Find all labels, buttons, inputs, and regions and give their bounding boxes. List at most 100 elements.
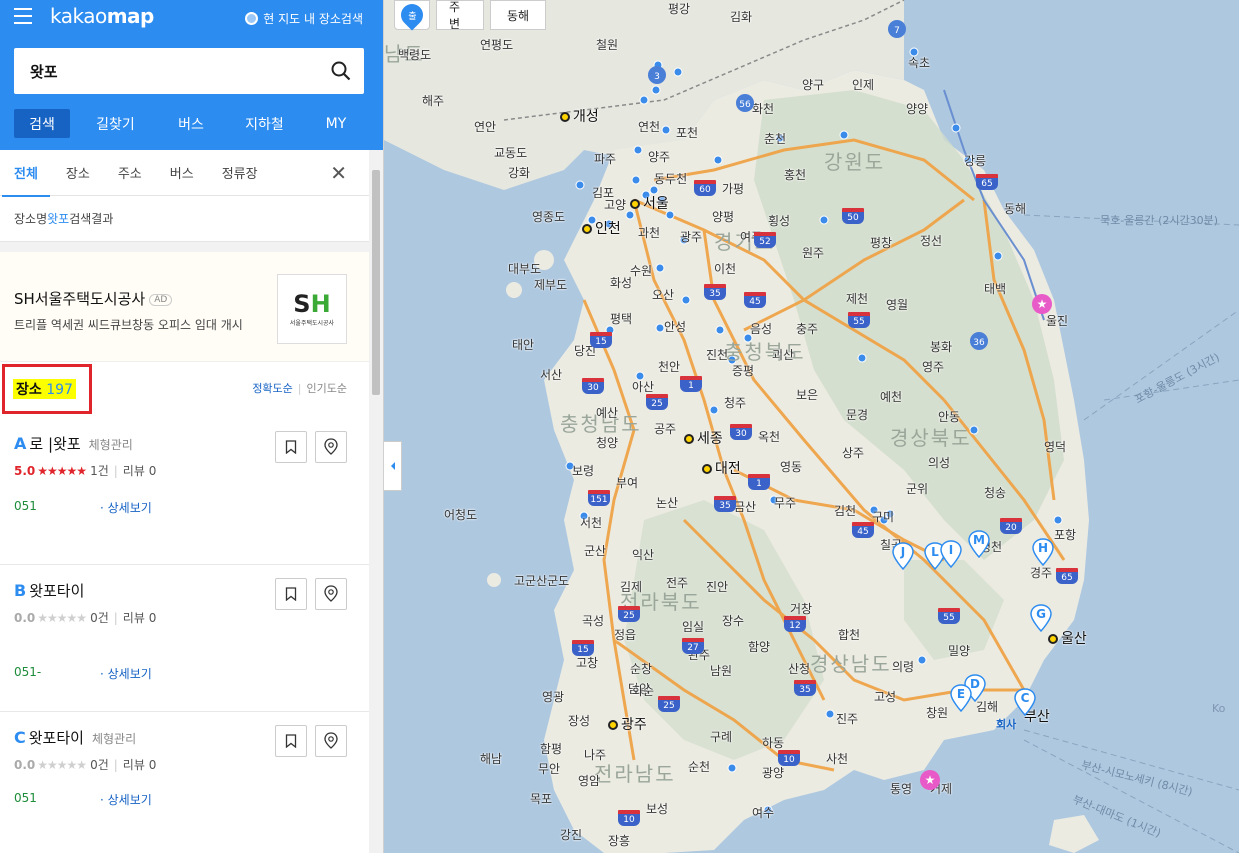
highway-shield: 60 (694, 180, 716, 196)
tab-places[interactable]: 장소 (66, 150, 90, 196)
rating-count[interactable]: 1건 (90, 462, 109, 479)
tab-directions[interactable]: 길찾기 (70, 109, 161, 138)
place-list-item[interactable]: C 왓포타이 체형관리 0.0 ★★★★★ 0건 | 리뷰 0 051 · 상세… (0, 712, 383, 853)
east-sea-button[interactable]: 동해 (490, 0, 546, 30)
ad-title[interactable]: SH서울주택도시공사 AD (14, 288, 173, 309)
review-count[interactable]: 리뷰 0 (123, 609, 157, 626)
result-pin-icon[interactable]: C (1014, 688, 1036, 716)
review-count[interactable]: 리뷰 0 (123, 756, 157, 773)
place-label: 교동도 (494, 146, 528, 160)
collapse-sidebar-button[interactable] (384, 441, 402, 491)
place-label: 양양 (906, 102, 929, 116)
place-label: 보성 (646, 802, 669, 816)
tab-stops[interactable]: 정류장 (222, 150, 258, 196)
place-label: 속초 (908, 56, 931, 70)
kakaomap-logo[interactable]: kakaomap (50, 4, 154, 28)
category-tabs: 전체 장소 주소 버스 정류장 ✕ (0, 150, 383, 197)
place-title[interactable]: C 왓포타이 체형관리 (14, 727, 136, 748)
bookmark-button[interactable] (275, 578, 307, 610)
place-label: 공주 (654, 422, 677, 436)
tab-all[interactable]: 전체 (2, 150, 50, 197)
place-label: 음성 (750, 322, 773, 336)
result-pin-icon[interactable]: M (968, 530, 990, 558)
sort-popular[interactable]: 인기도순 (307, 382, 347, 395)
route-button[interactable] (315, 725, 347, 757)
sidebar-header: kakaomap 현 지도 내 장소검색 검색 길찾기 버스 지하철 (0, 0, 383, 150)
star-marker-icon[interactable]: ★ (1032, 294, 1052, 314)
rating-score: 0.0 (14, 757, 36, 772)
sea-route-label: 묵호-울릉간 (2시간30분) (1100, 214, 1219, 227)
map-canvas[interactable] (384, 0, 1239, 853)
place-name[interactable]: 로 |왓포 (29, 433, 80, 454)
place-name[interactable]: 왓포타이 (29, 727, 84, 748)
result-pin-icon[interactable]: J (892, 542, 914, 570)
map-area-search-option[interactable]: 현 지도 내 장소검색 (245, 10, 363, 27)
city-label: 울산 (1048, 628, 1087, 648)
map-view[interactable]: 출 주변 동해 남도 강원도 경기도 충청북도 충청남도 경상북도 전라북도 경… (384, 0, 1239, 853)
bookmark-button[interactable] (275, 725, 307, 757)
busan-marker-label[interactable]: 회사 (996, 716, 1016, 732)
radio-icon[interactable] (245, 12, 259, 25)
place-actions (275, 431, 347, 463)
sort-options: 정확도순 | 인기도순 (252, 382, 347, 395)
route-button[interactable] (315, 431, 347, 463)
result-pin-icon[interactable]: H (1032, 538, 1054, 566)
place-label: 충주 (796, 322, 819, 336)
place-name[interactable]: 왓포타이 (29, 580, 84, 601)
place-title[interactable]: B 왓포타이 (14, 580, 92, 601)
highway-shield: 52 (754, 232, 776, 248)
detail-link[interactable]: · 상세보기 (100, 499, 152, 516)
nearby-button[interactable]: 주변 (436, 0, 484, 31)
rating-stars-icon: ★★★★★ (37, 463, 87, 478)
highway-shield: 35 (794, 680, 816, 696)
menu-icon[interactable] (14, 8, 32, 24)
highway-shield: 7 (888, 20, 906, 38)
ad-logo[interactable]: SH 서울주택도시공사 (277, 274, 347, 344)
place-label: 어청도 (444, 508, 478, 522)
tab-bus[interactable]: 버스 (161, 109, 221, 138)
result-pin-icon[interactable]: E (950, 684, 972, 712)
place-label: 김화 (730, 10, 753, 24)
place-label: 고창 (576, 656, 599, 670)
place-label: 청주 (724, 396, 747, 410)
place-label: 영동 (780, 460, 803, 474)
ad-card[interactable]: SH서울주택도시공사 AD 트리플 역세권 씨드큐브창동 오피스 임대 개시 SH… (0, 252, 383, 362)
place-label: 무주 (774, 496, 797, 510)
places-count-box: 장소 197 (2, 364, 92, 414)
sort-accuracy[interactable]: 정확도순 (252, 382, 292, 395)
tab-bus-results[interactable]: 버스 (170, 150, 194, 196)
search-input[interactable] (14, 62, 318, 80)
place-label: 강릉 (964, 154, 987, 168)
tab-my[interactable]: MY (308, 109, 364, 138)
search-button[interactable] (318, 48, 364, 94)
place-label: 상주 (842, 446, 865, 460)
close-icon[interactable]: ✕ (330, 163, 347, 183)
detail-link[interactable]: · 상세보기 (100, 791, 152, 808)
start-location-button[interactable]: 출 (394, 0, 430, 31)
review-count[interactable]: 리뷰 0 (123, 462, 157, 479)
place-list-item[interactable]: A 로 |왓포 체형관리 5.0 ★★★★★ 1건 | 리뷰 0 051 · 상… (0, 418, 383, 565)
place-title[interactable]: A 로 |왓포 체형관리 (14, 433, 133, 454)
route-button[interactable] (315, 578, 347, 610)
highway-shield: 65 (1056, 568, 1078, 584)
place-label: 평창 (870, 236, 893, 250)
tab-address[interactable]: 주소 (118, 150, 142, 196)
place-label: 제부도 (534, 278, 568, 292)
star-marker-icon[interactable]: ★ (920, 770, 940, 790)
place-list-item[interactable]: B 왓포타이 0.0 ★★★★★ 0건 | 리뷰 0 051- · 상세보기 (0, 565, 383, 712)
bookmark-button[interactable] (275, 431, 307, 463)
result-pin-icon[interactable]: I (940, 540, 962, 568)
scrollbar[interactable] (369, 150, 383, 853)
scroll-thumb[interactable] (372, 170, 380, 395)
tab-subway[interactable]: 지하철 (221, 109, 308, 138)
place-label: 함양 (748, 640, 771, 654)
place-label: 통영 (890, 782, 913, 796)
result-note-suffix: 검색결과 (69, 212, 114, 226)
result-pin-icon[interactable]: G (1030, 604, 1052, 632)
rating-count[interactable]: 0건 (90, 756, 109, 773)
rating-count[interactable]: 0건 (90, 609, 109, 626)
tab-search[interactable]: 검색 (14, 109, 70, 138)
rating-stars-icon: ★★★★★ (37, 757, 87, 772)
place-marker-letter: C (14, 728, 26, 747)
detail-link[interactable]: · 상세보기 (100, 665, 152, 682)
